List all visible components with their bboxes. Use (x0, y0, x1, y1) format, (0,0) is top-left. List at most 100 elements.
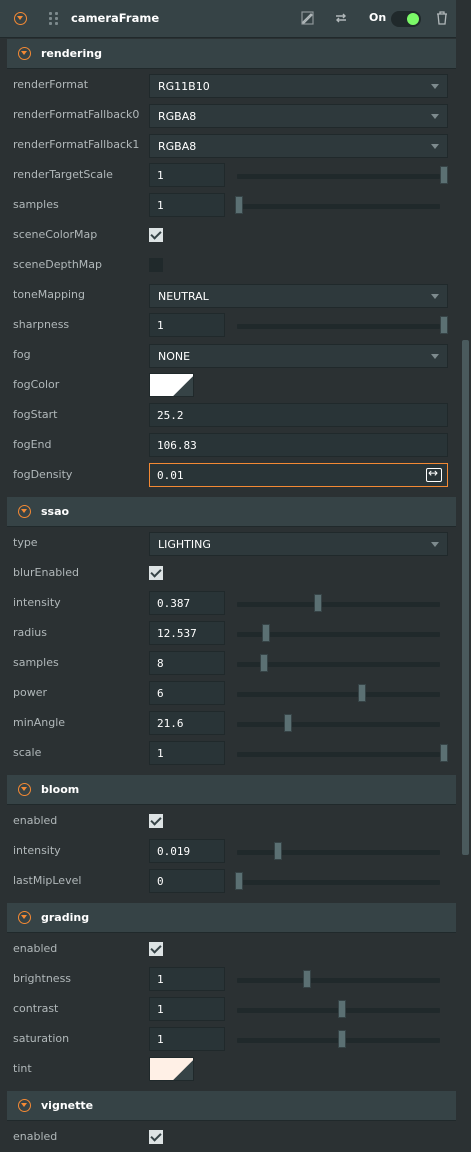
collapse-icon[interactable] (18, 505, 31, 518)
ssao-power-input[interactable]: 6 (149, 681, 225, 705)
collapse-icon[interactable] (14, 12, 27, 25)
chevron-down-icon (431, 542, 439, 547)
field-radius: radius 12.537 (0, 618, 456, 648)
slider-track[interactable] (237, 204, 440, 209)
slider-track[interactable] (237, 692, 440, 697)
panel-vignette-header[interactable]: vignette (7, 1091, 456, 1121)
slider-track[interactable] (237, 602, 440, 607)
slider-handle[interactable] (314, 594, 322, 612)
slider-handle[interactable] (338, 1000, 346, 1018)
fogDensity-input[interactable]: 0.01 (149, 463, 448, 487)
ssao-radius-input[interactable]: 12.537 (149, 621, 225, 645)
slider-handle[interactable] (284, 714, 292, 732)
slider-handle[interactable] (338, 1030, 346, 1048)
edit-icon[interactable] (300, 11, 316, 27)
bloom-lastMipLevel-input[interactable]: 0 (149, 869, 225, 893)
toneMapping-select[interactable]: NEUTRAL (149, 284, 448, 308)
grading-brightness-input[interactable]: 1 (149, 967, 225, 991)
scrollbar-thumb[interactable] (462, 340, 469, 855)
tint-swatch[interactable] (149, 1057, 194, 1081)
fog-select[interactable]: NONE (149, 344, 448, 368)
grading-enabled-checkbox[interactable] (149, 942, 163, 956)
swap-icon[interactable] (333, 11, 349, 27)
sceneColorMap-checkbox[interactable] (149, 228, 163, 242)
field-label: fogDensity (13, 468, 73, 481)
slider-track[interactable] (237, 850, 440, 855)
field-label: renderFormat (13, 78, 89, 91)
fogStart-input[interactable]: 25.2 (149, 403, 448, 427)
slider-handle[interactable] (274, 842, 282, 860)
collapse-icon[interactable] (18, 47, 31, 60)
input-value: 106.83 (157, 439, 197, 452)
collapse-icon[interactable] (18, 911, 31, 924)
fogColor-swatch[interactable] (149, 373, 194, 397)
slider-track[interactable] (237, 722, 440, 727)
field-label: power (13, 686, 47, 699)
ssao-intensity-input[interactable]: 0.387 (149, 591, 225, 615)
slider-track[interactable] (237, 880, 440, 885)
input-value: 1 (157, 1003, 164, 1016)
slider-handle[interactable] (440, 316, 448, 334)
slider-handle[interactable] (262, 624, 270, 642)
renderFormat-select[interactable]: RG11B10 (149, 74, 448, 98)
slider-handle[interactable] (358, 684, 366, 702)
field-fogColor: fogColor (0, 370, 456, 400)
input-value: 12.537 (157, 627, 197, 640)
chevron-down-icon (431, 294, 439, 299)
field-label: intensity (13, 596, 61, 609)
field-label: toneMapping (13, 288, 85, 301)
sharpness-input[interactable]: 1 (149, 313, 225, 337)
ssao-samples-input[interactable]: 8 (149, 651, 225, 675)
field-renderFormatFallback0: renderFormatFallback0 RGBA8 (0, 100, 456, 130)
ssao-type-select[interactable]: LIGHTING (149, 532, 448, 556)
ssao-scale-input[interactable]: 1 (149, 741, 225, 765)
chevron-down-icon (431, 84, 439, 89)
renderFormatFallback1-select[interactable]: RGBA8 (149, 134, 448, 158)
field-label: minAngle (13, 716, 66, 729)
slider-track[interactable] (237, 978, 440, 983)
renderTargetScale-input[interactable]: 1 (149, 163, 225, 187)
field-label: sharpness (13, 318, 70, 331)
input-value: 0 (157, 875, 164, 888)
panel-bloom-header[interactable]: bloom (7, 775, 456, 805)
field-enabled: enabled (0, 934, 456, 964)
grading-contrast-input[interactable]: 1 (149, 997, 225, 1021)
field-samples: samples 1 (0, 190, 456, 220)
collapse-icon[interactable] (18, 783, 31, 796)
toggle-knob (407, 13, 419, 25)
slider-track[interactable] (237, 752, 440, 757)
slide-arrows-icon[interactable] (426, 466, 442, 482)
panel-rendering-header[interactable]: rendering (7, 39, 456, 69)
renderFormatFallback0-select[interactable]: RGBA8 (149, 104, 448, 128)
input-value: 1 (157, 1033, 164, 1046)
bloom-intensity-input[interactable]: 0.019 (149, 839, 225, 863)
select-value: RG11B10 (158, 80, 210, 93)
collapse-icon[interactable] (18, 1099, 31, 1112)
slider-handle[interactable] (260, 654, 268, 672)
slider-track[interactable] (237, 324, 440, 329)
slider-track[interactable] (237, 174, 440, 179)
samples-input[interactable]: 1 (149, 193, 225, 217)
component-header[interactable]: cameraFrame On (0, 0, 456, 38)
drag-handle-icon[interactable] (49, 12, 61, 26)
ssao-minAngle-input[interactable]: 21.6 (149, 711, 225, 735)
input-value: 1 (157, 747, 164, 760)
slider-handle[interactable] (235, 872, 243, 890)
slider-handle[interactable] (235, 196, 243, 214)
panel-ssao-header[interactable]: ssao (7, 497, 456, 527)
vignette-enabled-checkbox[interactable] (149, 1130, 163, 1144)
panel-title: ssao (41, 505, 70, 518)
trash-icon[interactable] (434, 11, 450, 27)
blurEnabled-checkbox[interactable] (149, 566, 163, 580)
fogEnd-input[interactable]: 106.83 (149, 433, 448, 457)
grading-saturation-input[interactable]: 1 (149, 1027, 225, 1051)
panel-title: bloom (41, 783, 80, 796)
sceneDepthMap-checkbox[interactable] (149, 258, 163, 272)
slider-handle[interactable] (440, 744, 448, 762)
field-label: fogStart (13, 408, 58, 421)
slider-handle[interactable] (303, 970, 311, 988)
bloom-enabled-checkbox[interactable] (149, 814, 163, 828)
slider-handle[interactable] (440, 166, 448, 184)
panel-grading-header[interactable]: grading (7, 903, 456, 933)
enabled-toggle[interactable] (391, 11, 421, 27)
